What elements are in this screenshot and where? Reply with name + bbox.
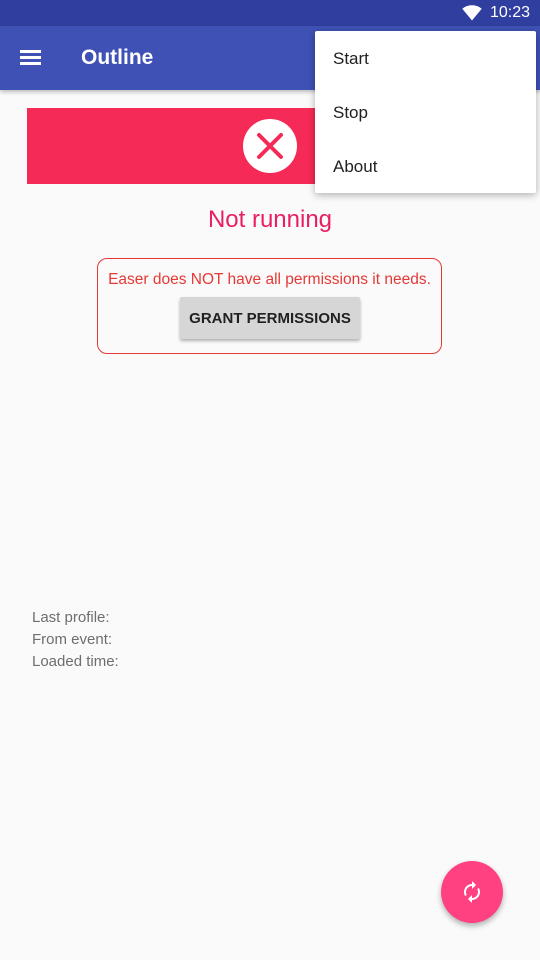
loaded-time-label: Loaded time: bbox=[32, 653, 119, 670]
permissions-message: Easer does NOT have all permissions it n… bbox=[108, 271, 431, 288]
menu-item-about[interactable]: About bbox=[315, 140, 536, 194]
menu-item-stop[interactable]: Stop bbox=[315, 86, 536, 140]
page-title: Outline bbox=[81, 46, 154, 69]
status-bar-right: 10:23 bbox=[462, 0, 530, 26]
status-bar: 10:23 bbox=[0, 0, 540, 26]
refresh-icon bbox=[464, 881, 480, 903]
running-status-text: Not running bbox=[207, 206, 333, 233]
grant-permissions-button[interactable]: GRANT PERMISSIONS bbox=[180, 297, 360, 339]
hamburger-menu-icon[interactable] bbox=[20, 48, 42, 68]
overflow-menu: Start Stop About bbox=[315, 31, 536, 193]
close-circle-icon bbox=[243, 119, 297, 173]
wifi-icon bbox=[462, 5, 482, 21]
last-profile-label: Last profile: bbox=[32, 609, 110, 626]
permissions-warning-box: Easer does NOT have all permissions it n… bbox=[97, 258, 442, 354]
menu-item-start[interactable]: Start bbox=[315, 32, 536, 86]
status-time: 10:23 bbox=[489, 4, 530, 21]
from-event-label: From event: bbox=[32, 631, 113, 648]
refresh-fab-button[interactable] bbox=[441, 861, 503, 923]
